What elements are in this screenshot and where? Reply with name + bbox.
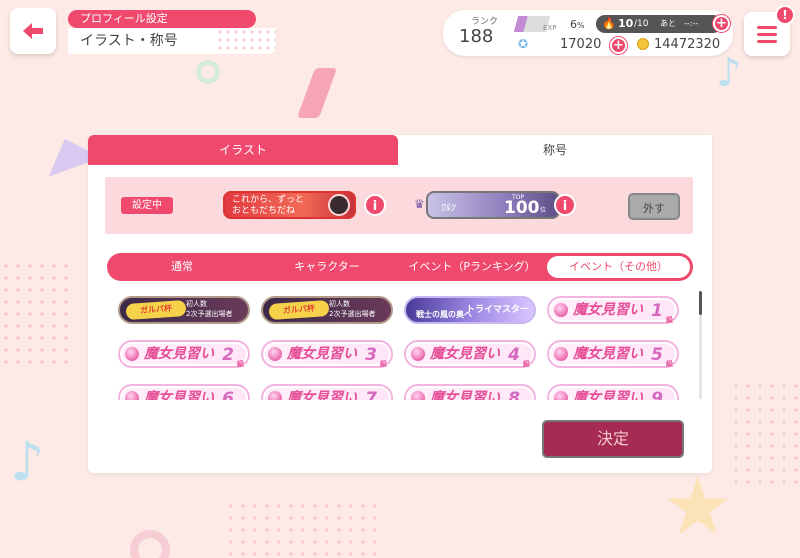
page-title: イラスト・称号	[80, 33, 178, 49]
title-settings-panel: イラスト 称号 設定中 これから、ずっと おともだちだね i ♛ ﾜﾙﾂ TOP…	[88, 135, 712, 473]
background-dots	[0, 260, 70, 370]
tab-illust[interactable]: イラスト	[88, 135, 398, 165]
background-note: ♪	[716, 50, 742, 96]
scrollbar-thumb[interactable]	[699, 291, 702, 315]
live-boost-pill: 🔥 10 /10 あと --:--	[596, 15, 722, 33]
info-button-slot-2[interactable]: i	[554, 194, 576, 216]
status-panel: ランク 188 EXP 6% 🔥 10 /10 あと --:-- + ✪ 170…	[443, 10, 733, 56]
title-item[interactable]: ガルパ杯 初人数 2次予選出場者	[261, 296, 393, 324]
subtab-character[interactable]: キャラクター	[257, 253, 397, 281]
current-badge: 設定中	[121, 197, 173, 214]
background-note: ♪	[10, 430, 45, 493]
add-live-boost-button[interactable]: +	[713, 15, 730, 32]
subtab-event-ranking[interactable]: イベント（Pランキング）	[397, 253, 547, 281]
title-item[interactable]: 魔女見習い 5級	[547, 340, 679, 368]
rank-number: 100	[504, 198, 540, 218]
event-logo: ガルパ杯	[125, 299, 187, 321]
character-avatar	[328, 194, 350, 216]
background-star: ★	[662, 460, 734, 553]
subtab-event-other[interactable]: イベント（その他）	[547, 256, 690, 278]
star-icon: ✪	[518, 37, 529, 51]
title-item[interactable]: 魔女見習い 1級	[547, 296, 679, 324]
page-title-box: イラスト・称号	[68, 28, 276, 54]
event-logo: ガルパ杯	[268, 299, 330, 321]
exp-label: EXP	[543, 24, 557, 32]
subtab-normal[interactable]: 通常	[107, 253, 257, 281]
tab-title[interactable]: 称号	[398, 135, 712, 165]
info-button-slot-1[interactable]: i	[364, 194, 386, 216]
current-title-slot-1[interactable]: これから、ずっと おともだちだね	[223, 191, 356, 219]
crown-icon: ♛	[414, 197, 425, 211]
title-item[interactable]: 魔女見習い 6級	[118, 384, 250, 400]
title-item[interactable]: 魔女見習い 3級	[261, 340, 393, 368]
background-dots	[225, 500, 385, 558]
notification-badge: !	[775, 5, 795, 25]
current-titles: 設定中 これから、ずっと おともだちだね i ♛ ﾜﾙﾂ TOP 100 位 i…	[105, 177, 693, 234]
live-remaining-label: あと	[660, 19, 676, 28]
back-button[interactable]	[10, 8, 56, 54]
title-item[interactable]: 魔女見習い 2級	[118, 340, 250, 368]
arrow-left-icon	[23, 23, 43, 39]
section-label: プロフィール設定	[68, 10, 256, 28]
flame-icon: 🔥	[602, 17, 616, 30]
live-timer: --:--	[684, 19, 699, 28]
live-max: /10	[634, 19, 649, 29]
confirm-button[interactable]: 決定	[542, 420, 684, 458]
title-item[interactable]: 魔女見習い 9級	[547, 384, 679, 400]
live-count: 10	[618, 17, 634, 30]
title-grid: ガルパ杯 初人数 2次予選出場者 ガルパ杯 初人数 2次予選出場者 戦士の風の奥へ …	[115, 292, 693, 400]
title-item[interactable]: ガルパ杯 初人数 2次予選出場者	[118, 296, 250, 324]
add-stars-button[interactable]: +	[610, 37, 627, 54]
event-logo-text: ﾜﾙﾂ	[440, 203, 455, 214]
title-item[interactable]: 戦士の風の奥へ トライマスター	[404, 296, 536, 324]
title-item[interactable]: 魔女見習い 8級	[404, 384, 536, 400]
coin-count: 14472320	[654, 37, 721, 52]
background-bolt	[296, 68, 338, 118]
title-item[interactable]: 魔女見習い 4級	[404, 340, 536, 368]
background-ring	[130, 530, 170, 558]
exp-percent: 6%	[570, 18, 585, 31]
category-tabs: 通常 キャラクター イベント（Pランキング） イベント（その他）	[107, 253, 693, 281]
rank-value: 188	[459, 26, 494, 47]
rank-unit: 位	[540, 207, 547, 214]
coin-icon	[637, 38, 649, 50]
background-dots	[730, 380, 800, 490]
remove-button[interactable]: 外す	[628, 193, 680, 220]
title-item[interactable]: 魔女見習い 7級	[261, 384, 393, 400]
background-ring	[196, 60, 220, 84]
star-count: 17020	[560, 37, 602, 52]
current-title-slot-2[interactable]: ﾜﾙﾂ TOP 100 位	[426, 191, 560, 219]
